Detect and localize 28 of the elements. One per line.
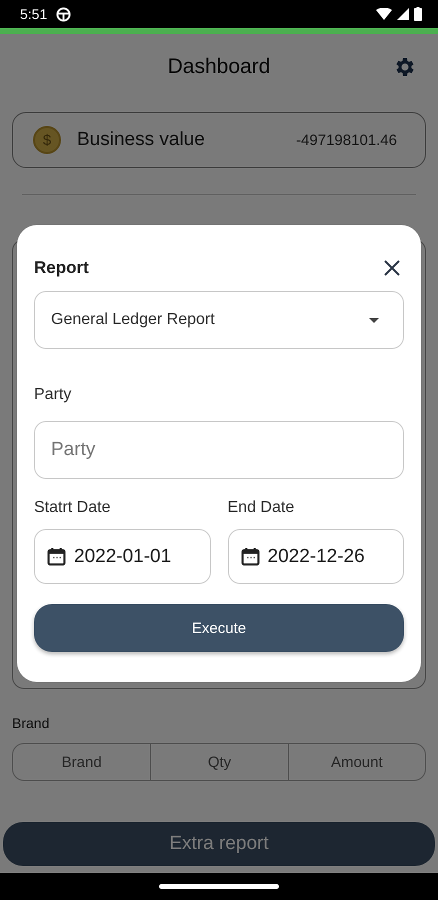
dialog-title: Report bbox=[34, 258, 89, 278]
dropdown-caret-icon bbox=[369, 318, 379, 322]
field-label: Statrt Date bbox=[34, 499, 112, 517]
calendar-icon bbox=[240, 547, 260, 566]
battery-icon bbox=[414, 7, 422, 21]
column-header: Qty bbox=[150, 744, 288, 780]
column-header: Brand bbox=[60, 752, 103, 772]
signal-icon bbox=[397, 8, 409, 20]
date-field[interactable]: 2022-12-26 bbox=[228, 529, 404, 584]
report-dropdown[interactable]: General Ledger Report bbox=[34, 291, 404, 349]
field-label: Party bbox=[34, 386, 72, 404]
business-value-label: Business value bbox=[77, 129, 205, 151]
coin-icon: $ bbox=[33, 126, 61, 154]
business-value-amount: -497198101.46 bbox=[296, 132, 397, 148]
date-field[interactable]: 2022-01-01 bbox=[34, 529, 210, 584]
page-title: Dashboard bbox=[168, 55, 270, 79]
wifi-icon bbox=[376, 8, 392, 20]
status-time: 5:51 bbox=[20, 6, 48, 22]
steering-wheel-icon bbox=[56, 6, 72, 22]
extra-report-button[interactable]: Extra report bbox=[3, 822, 435, 866]
calendar-icon bbox=[47, 547, 66, 566]
execute-button[interactable]: Execute bbox=[34, 604, 404, 652]
field-label: End Date bbox=[228, 499, 296, 517]
party-field[interactable]: Party bbox=[34, 421, 404, 479]
section-label: Brand bbox=[12, 715, 50, 731]
close-icon[interactable] bbox=[384, 260, 400, 276]
home-handle[interactable] bbox=[159, 884, 279, 889]
column-header: Amount bbox=[288, 744, 425, 780]
